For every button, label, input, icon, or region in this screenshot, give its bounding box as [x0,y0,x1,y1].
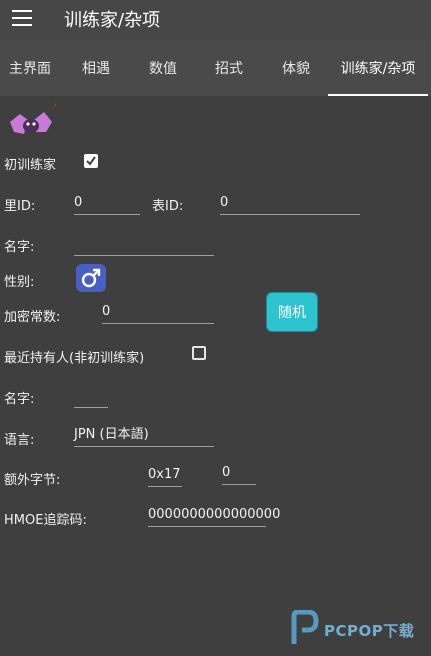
hmoe-tracker-label: HMOE追踪码: [4,513,87,528]
extra-bytes-value-input[interactable]: 0 [222,464,256,485]
handler-checkbox[interactable] [192,346,206,360]
pcpop-logo-icon [291,610,319,644]
gender-label: 性别: [4,275,35,290]
tab-stats[interactable]: 数值 [133,40,193,96]
tab-cosmetic[interactable]: 体貌 [266,40,326,96]
hmoe-tracker-input[interactable]: 0000000000000000 [148,506,280,527]
tab-trainer-misc[interactable]: 训练家/杂项 [328,40,428,96]
extra-bytes-label: 额外字节: [4,473,61,488]
sid-label: 里ID: [4,199,36,214]
handler-name-input[interactable] [74,387,108,408]
tid-label: 表ID: [152,199,184,214]
tab-main[interactable]: 主界面 [0,40,60,96]
randomize-button[interactable]: 随机 [266,292,318,332]
original-trainer-label: 初训练家 [4,158,57,173]
tid-input[interactable]: 0 [220,194,360,215]
page-title: 训练家/杂项 [64,10,161,31]
trainer-misc-panel: 初训练家 里ID: 0 表ID: 0 名字: 性别: 加密常数: 0 随机 最近… [0,96,431,656]
language-select[interactable]: JPN (日本語) [74,426,214,447]
extra-bytes-offset-select[interactable]: 0x17 [148,466,182,487]
watermark: PCPOP下载 [290,608,428,648]
tab-met[interactable]: 相遇 [66,40,126,96]
handler-label: 最近持有人(非初训练家) [4,351,145,366]
tab-moves[interactable]: 招式 [199,40,259,96]
encryption-constant-input[interactable]: 0 [102,303,214,324]
encryption-constant-label: 加密常数: [4,310,61,325]
ot-name-input[interactable] [74,235,214,256]
app-bar: 训练家/杂项 [0,0,431,40]
male-symbol-icon[interactable] [76,264,106,292]
sid-input[interactable]: 0 [74,194,140,215]
original-trainer-checkbox[interactable] [84,154,98,168]
ot-name-label: 名字: [4,240,35,255]
language-label: 语言: [4,433,35,448]
pokemon-sprite-icon [10,103,56,134]
checkmark-icon [86,156,96,166]
hamburger-menu-icon[interactable] [12,10,32,26]
tab-bar: 主界面 相遇 数值 招式 体貌 训练家/杂项 [0,40,431,96]
watermark-text: PCPOP下载 [324,622,415,640]
handler-name-label: 名字: [4,392,35,407]
